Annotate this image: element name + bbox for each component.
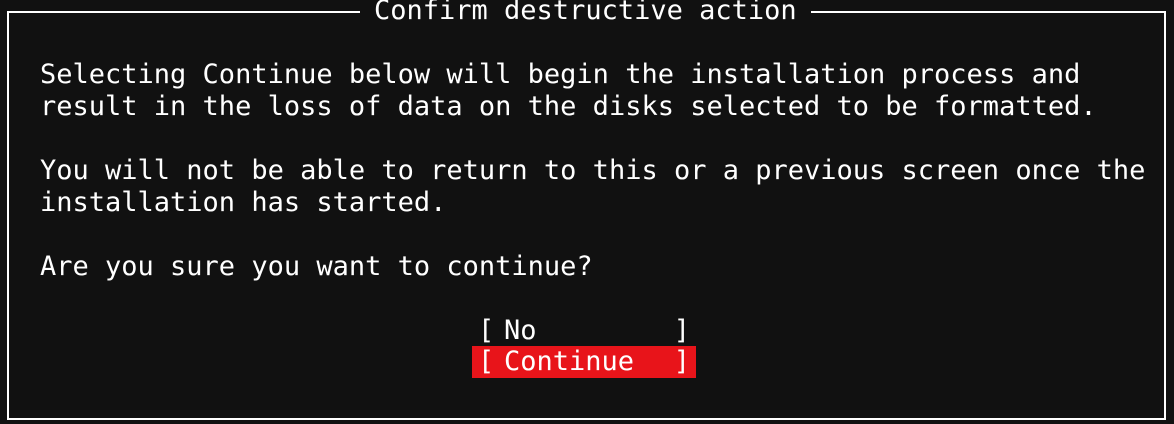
- confirm-dialog: Confirm destructive action Selecting Con…: [0, 0, 1174, 424]
- bracket-close: ]: [673, 315, 690, 346]
- message-line-3: You will not be able to return to this o…: [40, 155, 1146, 186]
- continue-button[interactable]: [ Continue ]: [472, 346, 696, 378]
- message-line-1: Selecting Continue below will begin the …: [40, 59, 1081, 90]
- dialog-title: Confirm destructive action: [360, 0, 811, 27]
- bracket-open: [: [478, 346, 495, 377]
- confirm-question: Are you sure you want to continue?: [40, 251, 593, 282]
- no-button[interactable]: [ No ]: [472, 315, 696, 347]
- message-line-4: installation has started.: [40, 187, 447, 218]
- message-line-2: result in the loss of data on the disks …: [40, 91, 1097, 122]
- no-button-label: No: [504, 315, 537, 346]
- bracket-open: [: [478, 315, 495, 346]
- continue-button-label: Continue: [504, 346, 635, 377]
- bracket-close: ]: [673, 346, 690, 377]
